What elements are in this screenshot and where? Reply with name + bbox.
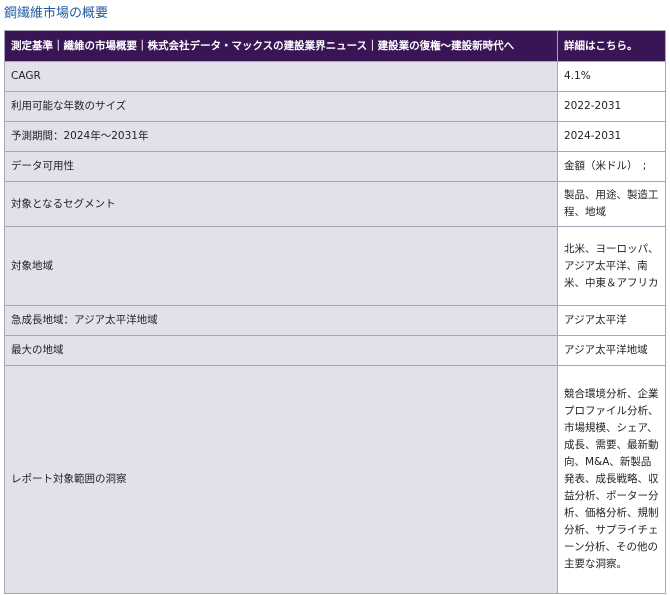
table-row: 利用可能な年数のサイズ 2022-2031 (4, 91, 666, 122)
row-value-segments: 製品、用途、製造工程、地域 (557, 181, 666, 227)
table-row: データ可用性 金額（米ドル） ; (4, 151, 666, 182)
row-value-fastest-region: アジア太平洋 (557, 305, 666, 336)
table-row: 予測期間：2024年〜2031年 2024-2031 (4, 121, 666, 152)
row-label-largest-region: 最大の地域 (4, 335, 558, 366)
row-value-years: 2022-2031 (557, 91, 666, 122)
row-label-segments: 対象となるセグメント (4, 181, 558, 227)
page-title: 鋼繊維市場の概要 (4, 6, 109, 21)
table-row: 対象地域 北米、ヨーロッパ、アジア太平洋、南米、中東＆アフリカ (4, 226, 666, 306)
row-value-forecast: 2024-2031 (557, 121, 666, 152)
table-header-row: 測定基準｜繊維の市場概要｜株式会社データ・マックスの建設業界ニュース｜建設業の復… (4, 30, 666, 62)
table-row: 急成長地域：アジア太平洋地域 アジア太平洋 (4, 305, 666, 336)
row-label-fastest-region: 急成長地域：アジア太平洋地域 (4, 305, 558, 336)
table-row: 最大の地域 アジア太平洋地域 (4, 335, 666, 366)
row-value-regions: 北米、ヨーロッパ、アジア太平洋、南米、中東＆アフリカ (557, 226, 666, 306)
market-overview-table: 測定基準｜繊維の市場概要｜株式会社データ・マックスの建設業界ニュース｜建設業の復… (4, 30, 666, 594)
row-value-data-availability: 金額（米ドル） ; (557, 151, 666, 182)
table-row: 対象となるセグメント 製品、用途、製造工程、地域 (4, 181, 666, 227)
row-label-data-availability: データ可用性 (4, 151, 558, 182)
row-value-report-scope: 競合環境分析、企業プロファイル分析、市場規模、シェア、成長、需要、最新動向、M&… (557, 365, 666, 594)
row-value-cagr: 4.1% (557, 61, 666, 92)
row-label-report-scope: レポート対象範囲の洞察 (4, 365, 558, 594)
header-cell-right: 詳細はこちら。 (557, 30, 666, 62)
row-label-cagr: CAGR (4, 61, 558, 92)
table-row: CAGR 4.1% (4, 61, 666, 92)
row-value-largest-region: アジア太平洋地域 (557, 335, 666, 366)
row-label-regions: 対象地域 (4, 226, 558, 306)
header-cell-left: 測定基準｜繊維の市場概要｜株式会社データ・マックスの建設業界ニュース｜建設業の復… (4, 30, 558, 62)
row-label-forecast: 予測期間：2024年〜2031年 (4, 121, 558, 152)
row-label-years: 利用可能な年数のサイズ (4, 91, 558, 122)
table-row: レポート対象範囲の洞察 競合環境分析、企業プロファイル分析、市場規模、シェア、成… (4, 365, 666, 594)
